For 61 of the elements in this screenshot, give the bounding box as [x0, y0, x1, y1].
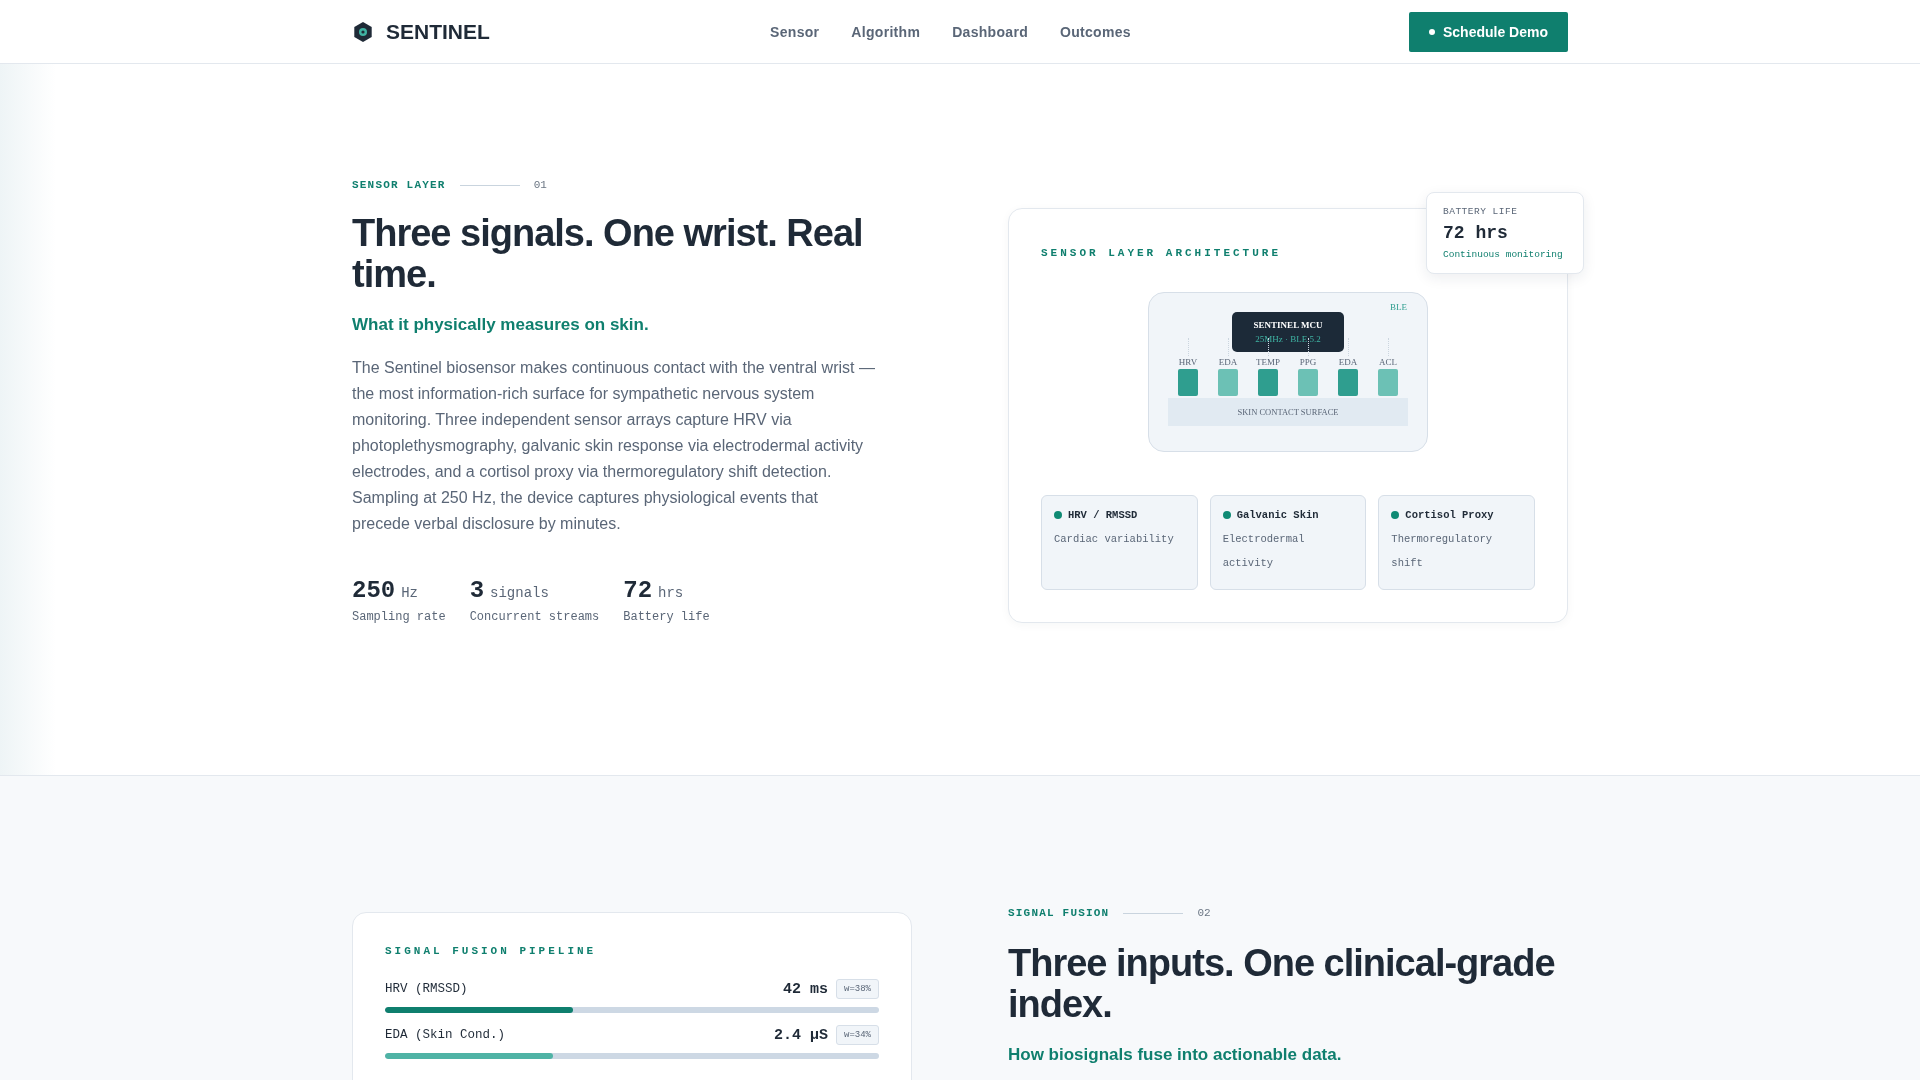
signal-name: Cortisol Proxy [1405, 509, 1494, 521]
connector-line [1387, 338, 1389, 356]
signal-name: HRV / RMSSD [1068, 509, 1138, 521]
connector-line [1187, 338, 1189, 356]
stat-value: 250 [352, 577, 396, 604]
mcu-name: SENTINEL MCU [1253, 320, 1323, 330]
schedule-demo-button[interactable]: Schedule Demo [1408, 11, 1568, 52]
section-number: 01 [533, 179, 547, 191]
signal-description: Electrodermal activity [1222, 532, 1306, 571]
battery-label: BATTERY LIFE [1443, 206, 1519, 217]
status-dot-icon [1054, 511, 1062, 519]
sensor-label: ACL [1379, 357, 1397, 367]
mcu-spec: 25MHz · BLE 5.2 [1255, 334, 1321, 344]
section-heading: Three signals. One wrist. Real time. [352, 213, 864, 295]
signal-name: Galvanic Skin [1236, 509, 1319, 521]
signal-description: Cardiac variability [1054, 532, 1175, 547]
connector-line [1267, 338, 1269, 356]
sensor-label: EDA [1338, 357, 1358, 367]
sensor-label: HRV [1178, 357, 1198, 367]
battery-note: Continuous monitoring [1443, 249, 1564, 260]
stat-label: Concurrent streams [469, 610, 600, 624]
section-eyebrow: SIGNAL FUSION [1008, 907, 1110, 919]
brand-name[interactable]: SENTINEL [386, 19, 490, 44]
nav-link[interactable]: Algorithm [851, 23, 921, 40]
signal-reading: 2.4 µS [773, 1026, 828, 1044]
stat-unit: Hz [401, 585, 419, 601]
signal-name: EDA (Skin Cond.) [385, 1028, 507, 1042]
logo-icon [352, 20, 374, 43]
signal-description: Thermoregulatory shift [1391, 532, 1494, 571]
section-heading: Three inputs. One clinical-grade index. [1008, 943, 1556, 1025]
nav-link[interactable]: Outcomes [1060, 23, 1131, 40]
weight-tag: w=34% [836, 1025, 879, 1045]
nav-link[interactable]: Sensor [770, 23, 820, 40]
battery-value: 72 hrs [1443, 223, 1509, 243]
weight-tag: w=38% [836, 979, 879, 999]
card-title: SIGNAL FUSION PIPELINE [385, 945, 597, 957]
connector-line [1347, 338, 1349, 356]
signal-name: HRV (RMSSD) [385, 982, 469, 996]
sensor-label: EDA [1218, 357, 1238, 367]
signal-reading: 42 ms [782, 980, 828, 998]
section-eyebrow: SENSOR LAYER [352, 179, 446, 191]
connector-line [1227, 338, 1229, 356]
nav-link[interactable]: Dashboard [952, 23, 1028, 40]
connector-line [1307, 338, 1309, 356]
status-dot-icon [1222, 511, 1231, 519]
sensor-label: TEMP [1256, 357, 1280, 367]
ble-label: BLE [1390, 302, 1407, 312]
stat-value: 72 [623, 577, 653, 604]
card-title: SENSOR LAYER ARCHITECTURE [1041, 247, 1282, 259]
section-number: 02 [1197, 907, 1211, 919]
skin-contact-surface: SKIN CONTACT SURFACE [1168, 398, 1408, 426]
stat-unit: hrs [658, 585, 684, 601]
section-subheading: How biosignals fuse into actionable data. [1008, 1045, 1343, 1065]
body-paragraph: The Sentinel biosensor makes continuous contact with the ventral wrist — the most information-rich surface for sympathetic nervous system monitoring. Three independent sensor arrays capture HRV via photoplethysmography, galvanic skin response via electrodermal activity electrodes, and a cortisol proxy via thermoregulatory shift detection. Sampling at 250 Hz, the device captures physiological events that precede verbal disclosure by minutes. [352, 358, 876, 534]
stat-label: Sampling rate [352, 610, 446, 624]
stat-value: 3 [469, 577, 485, 604]
sensor-label: PPG [1299, 357, 1317, 367]
section-subheading: What it physically measures on skin. [352, 315, 650, 335]
stat-label: Battery life [623, 610, 710, 624]
status-dot-icon [1391, 511, 1400, 519]
stat-unit: signals [490, 585, 549, 601]
